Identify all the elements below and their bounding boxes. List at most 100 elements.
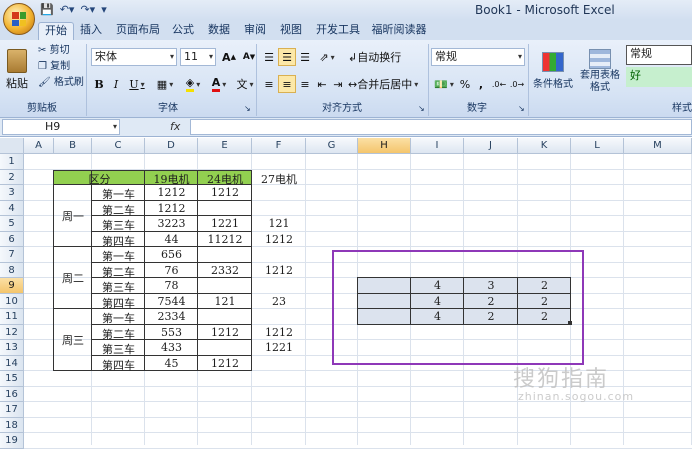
watermark-url: zhinan.sogou.com [518,390,635,403]
phonetic-button[interactable]: 文 ▾ [232,75,258,93]
align-center-button[interactable]: ≡ [278,75,296,93]
tab-view[interactable]: 视图 [276,22,306,40]
increase-decimal-button[interactable]: .0← [490,75,508,93]
name-box[interactable]: H9 ▾ [2,119,120,135]
row-header-7[interactable]: 7 [0,247,24,263]
percent-button[interactable]: % [457,75,473,93]
comma-style-button[interactable]: , [474,75,488,93]
cell-e: 1212 [211,325,239,339]
align-bottom-button[interactable]: ☰ [296,48,314,66]
row-header-12[interactable]: 12 [0,324,24,340]
column-header-a[interactable]: A [24,138,54,154]
align-left-button[interactable]: ≡ [260,75,278,93]
tab-page-layout[interactable]: 页面布局 [112,22,164,40]
column-header-k[interactable]: K [518,138,571,154]
font-color-button[interactable]: A ▾ [206,75,232,93]
bold-button[interactable]: B [91,75,107,93]
row-header-8[interactable]: 8 [0,262,24,278]
font-size-select[interactable]: 11 ▾ [180,48,216,66]
cut-button[interactable]: ✂ 剪切 [38,44,70,58]
dialog-launcher-icon[interactable]: ↘ [244,102,251,116]
row-header-15[interactable]: 15 [0,371,24,387]
borders-button[interactable]: ▦ ▾ [152,75,178,93]
accounting-format-button[interactable]: 💵 ▾ [431,75,457,93]
style-normal[interactable]: 常规 [626,45,692,65]
tab-home[interactable]: 开始 [38,22,74,40]
formula-input[interactable] [190,119,692,135]
decrease-indent-button[interactable]: ⇤ [314,75,330,93]
row-header-1[interactable]: 1 [0,154,24,170]
row-header-11[interactable]: 11 [0,309,24,325]
row-header-2[interactable]: 2 [0,169,24,185]
row-header-3[interactable]: 3 [0,185,24,201]
clipboard-icon [7,49,27,73]
dialog-launcher-icon[interactable]: ↘ [418,102,425,116]
tab-review[interactable]: 审阅 [240,22,270,40]
grow-font-button[interactable]: A ▲ [219,48,239,66]
row-header-19[interactable]: 19 [0,433,24,449]
redo-icon[interactable]: ↷▾ [80,3,95,17]
italic-button[interactable]: I [108,75,124,93]
font-name-select[interactable]: 宋体 ▾ [91,48,177,66]
insert-function-icon[interactable]: fx [170,120,180,133]
column-header-j[interactable]: J [464,138,518,154]
align-right-button[interactable]: ≡ [296,75,314,93]
column-header-l[interactable]: L [571,138,624,154]
tab-foxit[interactable]: 福昕阅读器 [368,22,430,40]
increase-indent-button[interactable]: ⇥ [330,75,346,93]
column-header-h[interactable]: H [358,138,411,154]
column-header-m[interactable]: M [624,138,692,154]
row-header-16[interactable]: 16 [0,386,24,402]
fill-color-button[interactable]: ◈ ▾ [180,75,206,93]
wrap-text-button[interactable]: ↲ 自动换行 [347,48,409,66]
align-top-button[interactable]: ☰ [260,48,278,66]
row-header-14[interactable]: 14 [0,355,24,371]
format-as-table-button[interactable]: 套用表格格式 [577,42,623,100]
number-format-select[interactable]: 常规 ▾ [431,48,525,66]
column-header-g[interactable]: G [306,138,358,154]
title-bar: 💾 ↶▾ ↷▾ ▾ Book1 - Microsoft Excel [0,0,692,20]
align-middle-button[interactable]: ☰ [278,48,296,66]
orientation-button[interactable]: ⇗ ▾ [314,48,340,66]
align-center-icon: ≡ [282,77,292,91]
row-header-5[interactable]: 5 [0,216,24,232]
merge-center-button[interactable]: ↔ 合并后居中 ▾ [347,75,425,93]
paste-button[interactable]: 粘贴 [3,44,31,96]
row-header-18[interactable]: 18 [0,417,24,433]
column-header-f[interactable]: F [252,138,306,154]
cell-d: 45 [164,356,179,370]
select-all-button[interactable] [0,138,24,154]
format-painter-button[interactable]: 🖌 格式刷 [38,76,84,90]
column-header-e[interactable]: E [198,138,252,154]
column-header-b[interactable]: B [54,138,92,154]
row-header-10[interactable]: 10 [0,293,24,309]
scissors-icon: ✂ [38,45,47,56]
row-header-13[interactable]: 13 [0,340,24,356]
save-icon[interactable]: 💾 [40,3,54,17]
header-19-motor: 19电机 [153,172,190,185]
chevron-down-icon: ▾ [196,79,201,89]
row-header-4[interactable]: 4 [0,200,24,216]
style-good[interactable]: 好 [626,67,692,87]
column-header-i[interactable]: I [411,138,464,154]
underline-button[interactable]: U ▾ [125,75,149,93]
decrease-decimal-button[interactable]: .0→ [508,75,526,93]
undo-icon[interactable]: ↶▾ [60,3,75,17]
row-header-17[interactable]: 17 [0,402,24,418]
tab-data[interactable]: 数据 [204,22,234,40]
office-button[interactable] [3,3,35,35]
gridline [24,416,692,418]
copy-button[interactable]: ❐ 复制 [38,60,70,74]
car-label: 第三车 [102,281,135,293]
conditional-formatting-button[interactable]: 条件格式 [531,42,575,100]
column-header-c[interactable]: C [92,138,145,154]
ribbon-tabs: 开始 插入 页面布局 公式 数据 审阅 视图 开发工具 福昕阅读器 [0,20,692,40]
tab-developer[interactable]: 开发工具 [312,22,364,40]
tab-insert[interactable]: 插入 [76,22,106,40]
dialog-launcher-icon[interactable]: ↘ [518,102,525,116]
tab-formulas[interactable]: 公式 [168,22,198,40]
row-header-6[interactable]: 6 [0,231,24,247]
row-header-9[interactable]: 9 [0,278,24,294]
column-header-d[interactable]: D [145,138,198,154]
customize-qat-icon[interactable]: ▾ [101,3,107,17]
